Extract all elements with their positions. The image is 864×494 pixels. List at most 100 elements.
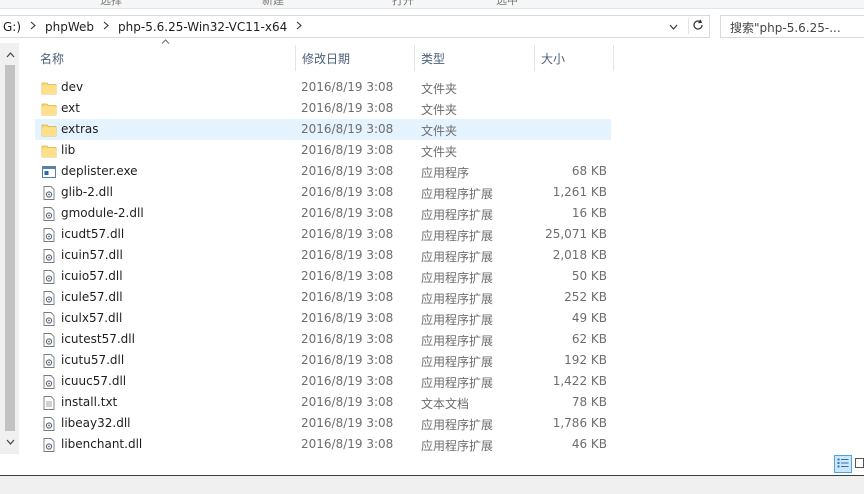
folder-icon bbox=[41, 80, 57, 96]
file-date-modified: 2016/8/19 3:08 bbox=[301, 185, 394, 199]
file-type: 文件夹 bbox=[421, 82, 458, 96]
file-date-modified: 2016/8/19 3:08 bbox=[301, 395, 394, 409]
file-size: 252 KB bbox=[564, 290, 607, 304]
column-divider[interactable] bbox=[414, 45, 415, 71]
folder-icon bbox=[41, 101, 57, 117]
file-row[interactable]: icutu57.dll 2016/8/19 3:08 应用程序扩展 192 KB bbox=[35, 350, 611, 371]
file-row[interactable]: glib-2.dll 2016/8/19 3:08 应用程序扩展 1,261 KB bbox=[35, 182, 611, 203]
file-date-modified: 2016/8/19 3:08 bbox=[301, 416, 394, 430]
scroll-down-button[interactable] bbox=[4, 436, 16, 446]
file-size: 2,018 KB bbox=[552, 248, 607, 262]
address-history-dropdown[interactable] bbox=[666, 19, 680, 33]
file-row[interactable]: libenchant.dll 2016/8/19 3:08 应用程序扩展 46 KB bbox=[35, 434, 611, 455]
file-date-modified: 2016/8/19 3:08 bbox=[301, 206, 394, 220]
file-row[interactable]: icuin57.dll 2016/8/19 3:08 应用程序扩展 2,018 KB bbox=[35, 245, 611, 266]
column-divider[interactable] bbox=[295, 45, 296, 71]
file-date-modified: 2016/8/19 3:08 bbox=[301, 122, 394, 136]
ribbon-label-new[interactable]: 新建 bbox=[262, 0, 284, 8]
dll-icon bbox=[41, 290, 57, 306]
chevron-right-icon[interactable] bbox=[97, 20, 115, 33]
file-date-modified: 2016/8/19 3:08 bbox=[301, 311, 394, 325]
column-header-size[interactable]: 大小 bbox=[541, 43, 613, 73]
file-row[interactable]: iculx57.dll 2016/8/19 3:08 应用程序扩展 49 KB bbox=[35, 308, 611, 329]
file-row[interactable]: icule57.dll 2016/8/19 3:08 应用程序扩展 252 KB bbox=[35, 287, 611, 308]
file-row[interactable]: dev 2016/8/19 3:08 文件夹 bbox=[35, 77, 611, 98]
file-row[interactable]: libeay32.dll 2016/8/19 3:08 应用程序扩展 1,786 KB bbox=[35, 413, 611, 434]
chevron-up-icon bbox=[6, 47, 15, 61]
breadcrumb-phpweb[interactable]: phpWeb bbox=[42, 20, 97, 34]
file-size: 46 KB bbox=[571, 437, 607, 451]
column-header-type[interactable]: 类型 bbox=[421, 43, 534, 73]
file-row[interactable]: extras 2016/8/19 3:08 文件夹 bbox=[35, 119, 611, 140]
ribbon-label-open[interactable]: 打开 bbox=[392, 0, 414, 8]
file-type: 文本文档 bbox=[421, 397, 470, 411]
address-bar[interactable]: G:) phpWeb php-5.6.25-Win32-VC11-x64 bbox=[0, 15, 710, 38]
vertical-scrollbar[interactable] bbox=[0, 43, 19, 454]
dll-icon bbox=[41, 353, 57, 369]
address-row: G:) phpWeb php-5.6.25-Win32-VC11-x64 搜索"… bbox=[0, 9, 864, 43]
file-size: 49 KB bbox=[571, 311, 607, 325]
file-date-modified: 2016/8/19 3:08 bbox=[301, 227, 394, 241]
desktop-background bbox=[0, 476, 864, 494]
dll-icon bbox=[41, 206, 57, 222]
breadcrumb-current-folder[interactable]: php-5.6.25-Win32-VC11-x64 bbox=[115, 20, 290, 34]
large-icons-view-button[interactable] bbox=[854, 455, 864, 473]
column-divider[interactable] bbox=[534, 45, 535, 71]
file-size: 192 KB bbox=[564, 353, 607, 367]
chevron-right-icon[interactable] bbox=[290, 20, 308, 33]
file-row[interactable]: deplister.exe 2016/8/19 3:08 应用程序 68 KB bbox=[35, 161, 611, 182]
file-type: 应用程序扩展 bbox=[421, 376, 494, 390]
ribbon-strip: 选择 新建 打开 选中 bbox=[0, 0, 864, 9]
column-header-date[interactable]: 修改日期 bbox=[302, 43, 414, 73]
file-row[interactable]: ext 2016/8/19 3:08 文件夹 bbox=[35, 98, 611, 119]
file-name: lib bbox=[61, 143, 76, 157]
file-name: ext bbox=[61, 101, 80, 115]
file-type: 应用程序扩展 bbox=[421, 229, 494, 243]
file-type: 应用程序扩展 bbox=[421, 439, 494, 453]
file-row[interactable]: icuio57.dll 2016/8/19 3:08 应用程序扩展 50 KB bbox=[35, 266, 611, 287]
dll-icon bbox=[41, 227, 57, 243]
file-type: 应用程序扩展 bbox=[421, 271, 494, 285]
dll-icon bbox=[41, 416, 57, 432]
file-size: 68 KB bbox=[571, 164, 607, 178]
file-size: 62 KB bbox=[571, 332, 607, 346]
file-name: libenchant.dll bbox=[61, 437, 143, 451]
file-name: icule57.dll bbox=[61, 290, 123, 304]
ribbon-label-selected[interactable]: 选中 bbox=[496, 0, 518, 8]
chevron-right-icon[interactable] bbox=[24, 20, 42, 33]
file-size: 25,071 KB bbox=[545, 227, 607, 241]
file-date-modified: 2016/8/19 3:08 bbox=[301, 353, 394, 367]
column-header-name[interactable]: 名称 bbox=[40, 43, 295, 73]
ribbon-label-select[interactable]: 选择 bbox=[100, 0, 122, 8]
file-name: icutest57.dll bbox=[61, 332, 135, 346]
refresh-icon bbox=[692, 19, 704, 34]
exe-icon bbox=[41, 164, 57, 180]
refresh-button[interactable] bbox=[688, 18, 706, 34]
file-type: 应用程序扩展 bbox=[421, 334, 494, 348]
file-name: dev bbox=[61, 80, 84, 94]
column-divider[interactable] bbox=[613, 45, 614, 71]
file-row[interactable]: icutest57.dll 2016/8/19 3:08 应用程序扩展 62 KB bbox=[35, 329, 611, 350]
scroll-up-button[interactable] bbox=[4, 49, 16, 59]
file-row[interactable]: icudt57.dll 2016/8/19 3:08 应用程序扩展 25,071 KB bbox=[35, 224, 611, 245]
file-name: icuuc57.dll bbox=[61, 374, 127, 388]
file-name: icuin57.dll bbox=[61, 248, 123, 262]
file-type: 应用程序扩展 bbox=[421, 313, 494, 327]
dll-icon bbox=[41, 437, 57, 453]
dll-icon bbox=[41, 269, 57, 285]
file-name: install.txt bbox=[61, 395, 118, 409]
dll-icon bbox=[41, 248, 57, 264]
dll-icon bbox=[41, 311, 57, 327]
search-input[interactable]: 搜索"php-5.6.25-... bbox=[720, 15, 864, 38]
scrollbar-thumb[interactable] bbox=[5, 65, 15, 431]
file-date-modified: 2016/8/19 3:08 bbox=[301, 164, 394, 178]
file-row[interactable]: gmodule-2.dll 2016/8/19 3:08 应用程序扩展 16 KB bbox=[35, 203, 611, 224]
file-row[interactable]: install.txt 2016/8/19 3:08 文本文档 78 KB bbox=[35, 392, 611, 413]
breadcrumb-drive[interactable]: G:) bbox=[0, 20, 24, 34]
details-view-button[interactable] bbox=[834, 455, 852, 473]
file-row[interactable]: icuuc57.dll 2016/8/19 3:08 应用程序扩展 1,422 KB bbox=[35, 371, 611, 392]
file-type: 应用程序扩展 bbox=[421, 208, 494, 222]
file-type: 应用程序扩展 bbox=[421, 292, 494, 306]
file-row[interactable]: lib 2016/8/19 3:08 文件夹 bbox=[35, 140, 611, 161]
file-name: extras bbox=[61, 122, 99, 136]
